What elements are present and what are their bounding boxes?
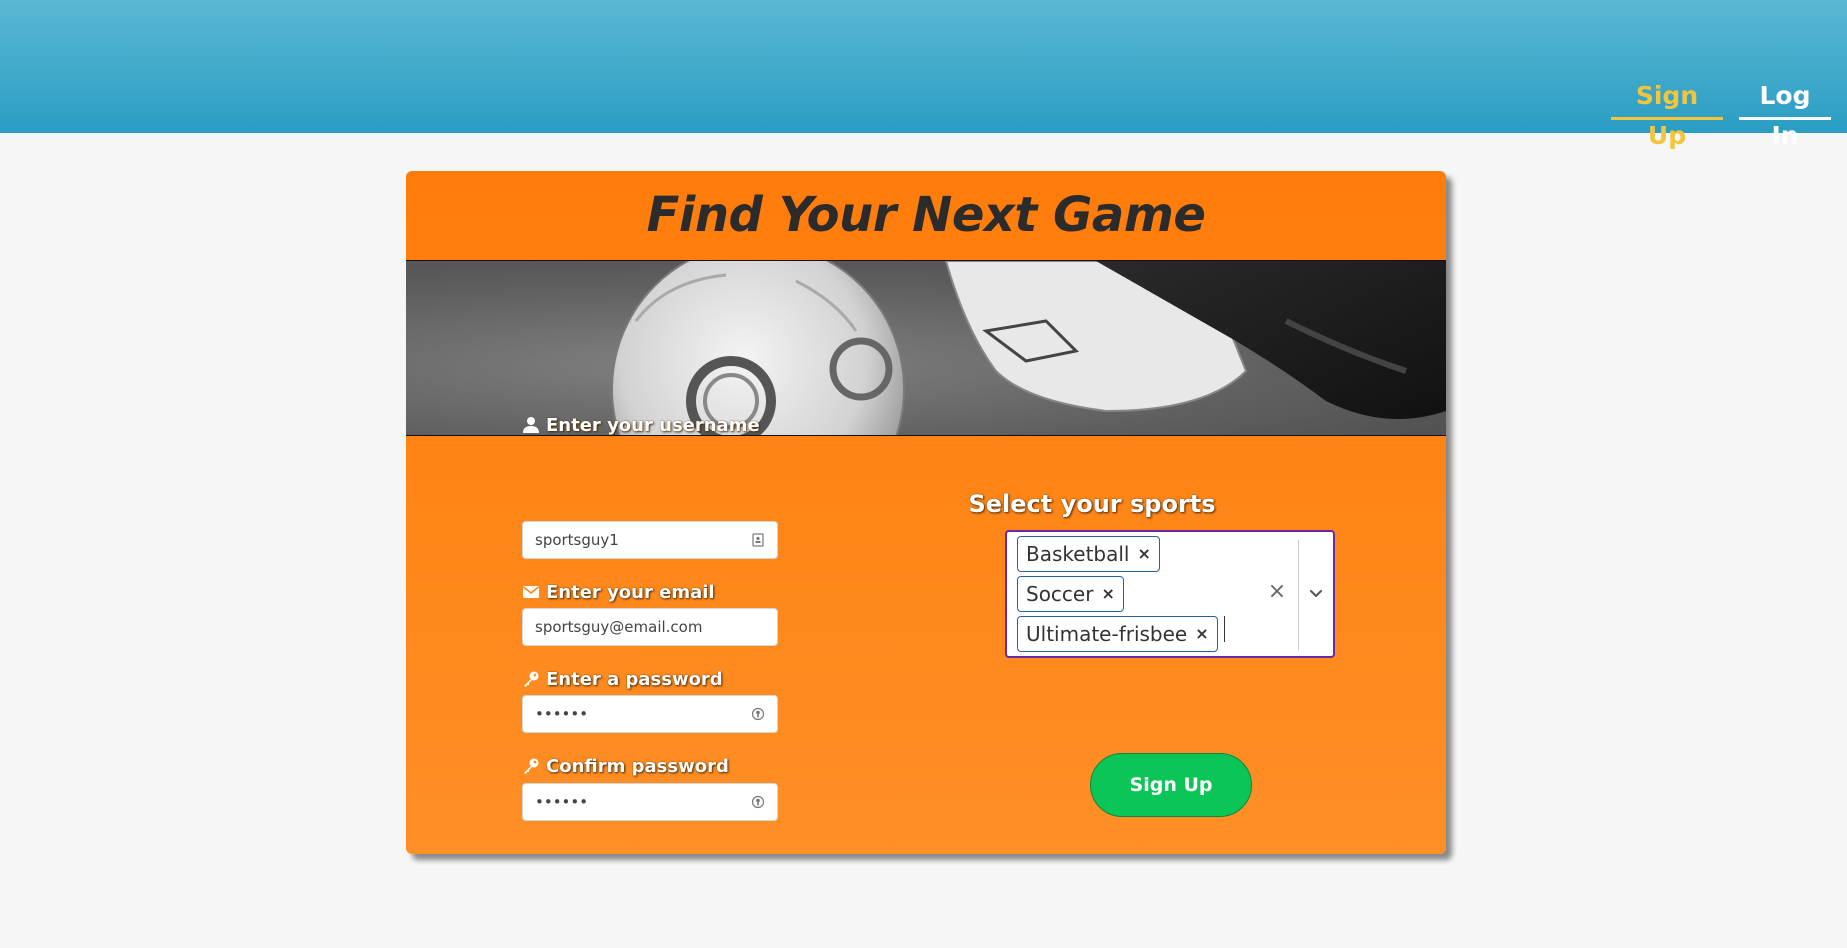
remove-tag-icon[interactable]: × [1195, 617, 1208, 651]
signup-card: Find Your Next Game Enter your username … [406, 171, 1446, 854]
confirm-password-input[interactable]: •••••• [522, 783, 778, 821]
contact-card-icon [752, 533, 764, 547]
signup-button[interactable]: Sign Up [1090, 753, 1252, 817]
confirm-password-value: •••••• [535, 793, 589, 811]
sports-multiselect[interactable]: Basketball × Soccer × Ultimate-frisbee ×… [1005, 530, 1335, 658]
sport-tag: Basketball × [1017, 536, 1160, 572]
password-label: Enter a password [522, 667, 723, 691]
key-icon [524, 671, 539, 687]
username-label-text: Enter your username [546, 414, 760, 436]
password-label-text: Enter a password [546, 668, 723, 690]
sport-tag-label: Ultimate-frisbee [1026, 622, 1188, 646]
page-title: Find Your Next Game [646, 187, 1206, 243]
password-input[interactable]: •••••• [522, 695, 778, 733]
chevron-down-icon[interactable] [1307, 584, 1325, 602]
confirm-password-label-text: Confirm password [546, 755, 729, 777]
sport-tag-label: Soccer [1026, 582, 1094, 606]
username-value: sportsguy1 [535, 531, 619, 549]
email-label-text: Enter your email [546, 581, 715, 603]
sport-tag: Soccer × [1017, 576, 1124, 612]
email-input[interactable]: sportsguy@email.com [522, 608, 778, 646]
confirm-password-label: Confirm password [522, 754, 729, 778]
top-navbar: Sign Up Log In [0, 0, 1847, 150]
envelope-icon [523, 586, 539, 598]
nav-login-link[interactable]: Log In [1739, 76, 1831, 150]
sports-select-title: Select your sports [968, 490, 1216, 518]
nav-signup-link[interactable]: Sign Up [1611, 76, 1723, 150]
remove-tag-icon[interactable]: × [1101, 577, 1114, 611]
key-icon [524, 758, 539, 774]
email-value: sportsguy@email.com [535, 618, 703, 636]
clear-all-icon[interactable]: × [1267, 580, 1287, 604]
password-manager-icon[interactable] [751, 795, 765, 809]
password-value: •••••• [535, 705, 589, 723]
email-label: Enter your email [522, 580, 715, 604]
user-icon [523, 417, 539, 433]
text-caret [1224, 616, 1225, 642]
sport-tag: Ultimate-frisbee × [1017, 616, 1218, 652]
username-label: Enter your username [522, 413, 760, 437]
sport-tag-label: Basketball [1026, 542, 1130, 566]
username-input[interactable]: sportsguy1 [522, 521, 778, 559]
password-manager-icon[interactable] [751, 707, 765, 721]
indicator-separator [1298, 540, 1299, 650]
banner-image [406, 260, 1446, 436]
remove-tag-icon[interactable]: × [1137, 537, 1150, 571]
